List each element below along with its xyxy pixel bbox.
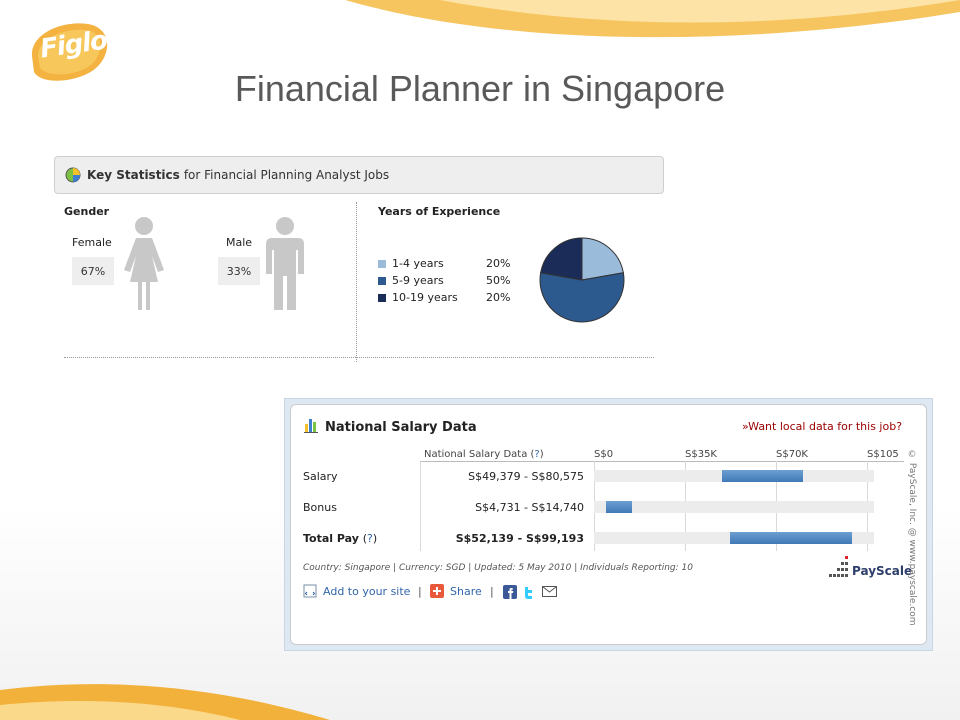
legend-swatch <box>378 259 386 268</box>
email-icon[interactable] <box>542 586 557 597</box>
add-to-site-link[interactable]: Add to your site <box>303 584 410 598</box>
share-button[interactable]: Share <box>430 584 482 598</box>
legend-label: 10-19 years <box>392 291 458 304</box>
stats-divider-vertical <box>356 202 357 362</box>
salary-widget <box>290 404 927 645</box>
stats-divider-horizontal <box>64 357 654 358</box>
salary-column-header: National Salary Data (?) <box>424 449 544 460</box>
facebook-icon[interactable] <box>503 585 517 599</box>
code-embed-icon <box>303 584 317 598</box>
key-statistics-header: Key Statistics for Financial Planning An… <box>54 156 664 194</box>
close-paren: ) <box>372 532 378 545</box>
gender-label: Gender <box>64 205 110 218</box>
salary-row-range: S$49,379 - S$80,575 <box>468 470 584 483</box>
male-percent: 33% <box>218 257 260 285</box>
legend-item: 5-9 years 50% <box>378 274 518 287</box>
separator: | <box>490 585 494 598</box>
axis-tick-label: S$35K <box>685 449 717 460</box>
column-header-text: National Salary Data <box>424 449 528 460</box>
separator: | <box>418 585 422 598</box>
share-label: Share <box>450 584 482 598</box>
salary-row-label: Salary <box>303 470 338 483</box>
bonus-row-label: Bonus <box>303 501 337 514</box>
share-plus-icon <box>430 584 444 598</box>
pie-slice <box>540 237 583 281</box>
male-label: Male <box>226 236 253 249</box>
local-data-link-text: Want local data for this job? <box>748 420 903 433</box>
legend-swatch <box>378 276 386 285</box>
axis-tick-label: S$105 <box>867 449 899 460</box>
legend-item: 1-4 years 20% <box>378 257 518 270</box>
bonus-bar <box>606 501 633 513</box>
axis-tick-label: S$0 <box>594 449 614 460</box>
key-statistics-title: Key Statistics <box>87 168 180 182</box>
axis-tick-label: S$70K <box>776 449 808 460</box>
total-pay-row-label: Total Pay (?) <box>303 532 377 545</box>
key-statistics-subtitle: for Financial Planning Analyst Jobs <box>183 168 390 182</box>
label-divider <box>420 461 421 551</box>
header-rule <box>420 461 904 462</box>
total-pay-row-range: S$52,139 - S$99,193 <box>455 532 584 545</box>
pie-chart-icon <box>65 167 81 183</box>
legend-item: 10-19 years 20% <box>378 291 518 304</box>
total-pay-bar <box>729 532 852 544</box>
female-person-icon <box>124 217 164 310</box>
total-pay-label-text: Total Pay <box>303 532 359 545</box>
female-percent: 67% <box>72 257 114 285</box>
legend-label: 5-9 years <box>392 274 444 287</box>
legend-swatch <box>378 293 386 302</box>
female-label: Female <box>72 236 112 249</box>
local-data-link[interactable]: »Want local data for this job? <box>742 420 902 433</box>
salary-footer-note: Country: Singapore | Currency: SGD | Upd… <box>303 563 693 573</box>
page-title: Financial Planner in Singapore <box>234 68 726 109</box>
experience-pie-chart <box>539 237 625 323</box>
male-person-icon <box>266 217 304 310</box>
salary-title: National Salary Data <box>325 420 477 435</box>
close-paren: ) <box>539 449 544 460</box>
payscale-copyright: © PayScale, Inc. @ www.payscale.com <box>907 450 917 626</box>
experience-label: Years of Experience <box>378 205 501 218</box>
twitter-icon[interactable] <box>522 585 536 599</box>
legend-label: 1-4 years <box>392 257 444 270</box>
bar-chart-icon <box>304 419 318 433</box>
bonus-row-range: S$4,731 - S$14,740 <box>475 501 584 514</box>
legend-percent: 20% <box>486 291 511 304</box>
legend-percent: 20% <box>486 257 511 270</box>
salary-bar <box>722 470 804 482</box>
legend-percent: 50% <box>486 274 511 287</box>
add-to-site-label: Add to your site <box>323 584 411 598</box>
bar-track <box>594 501 874 513</box>
payscale-logo-icon <box>829 556 848 577</box>
